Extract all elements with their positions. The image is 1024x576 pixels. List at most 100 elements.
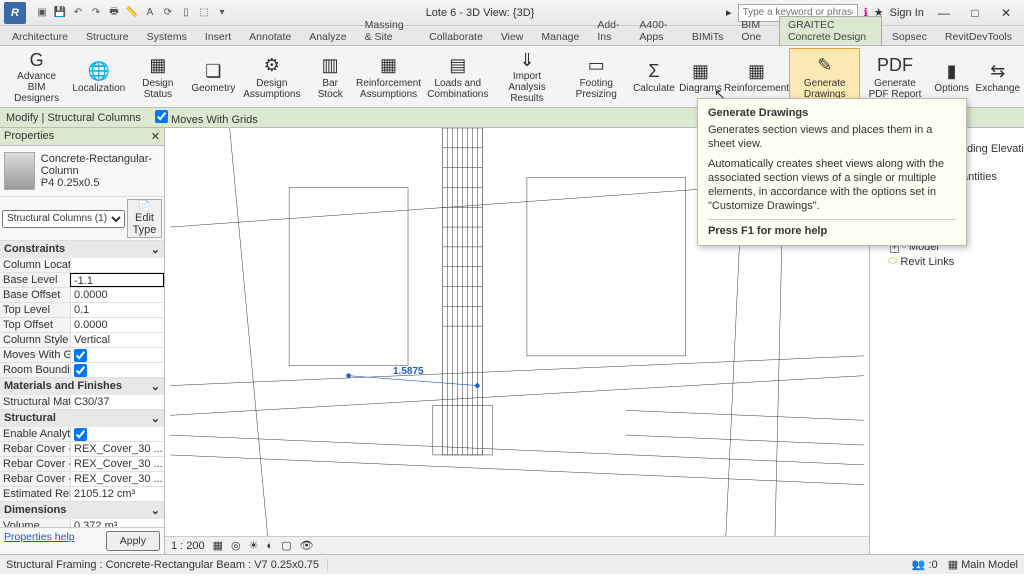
property-row[interactable]: Moves With G...	[0, 348, 164, 363]
type-selector[interactable]: Concrete-Rectangular-ColumnP4 0.25x0.5	[0, 146, 164, 197]
hide-icon[interactable]: 👁	[300, 539, 314, 552]
tooltip-line2: Automatically creates sheet views along …	[708, 157, 956, 213]
close-button[interactable]: ✕	[992, 3, 1020, 23]
qat-sync-icon[interactable]: ⟳	[160, 5, 176, 21]
property-group[interactable]: Constraints⌄	[0, 241, 164, 258]
qat-3d-icon[interactable]: ⬚	[196, 5, 212, 21]
tooltip-line1: Generates section views and places them …	[708, 123, 956, 151]
edit-type-button[interactable]: 📄 Edit Type	[127, 199, 162, 238]
tab-revitdevtools[interactable]: RevitDevTools	[937, 29, 1020, 45]
ribbon-icon: ▦	[375, 54, 403, 78]
signin-link[interactable]: Sign In	[890, 7, 924, 19]
ribbon-footing-presizing[interactable]: ▭Footing Presizing	[562, 48, 631, 105]
view-scale[interactable]: 1 : 200	[171, 540, 205, 552]
tab-insert[interactable]: Insert	[197, 29, 239, 45]
qat-undo-icon[interactable]: ↶	[70, 5, 86, 21]
browser-node[interactable]: ⬭Revit Links	[870, 254, 1024, 269]
qat-redo-icon[interactable]: ↷	[88, 5, 104, 21]
ribbon-diagrams[interactable]: ▦Diagrams	[677, 48, 724, 105]
property-row[interactable]: Volume0.372 m³	[0, 519, 164, 527]
moves-with-grids-checkbox[interactable]: Moves With Grids	[155, 110, 258, 126]
properties-title: Properties	[4, 130, 54, 143]
qat-text-icon[interactable]: A	[142, 5, 158, 21]
property-row[interactable]: Base Level-1.1	[0, 273, 164, 288]
ribbon-generate-drawings[interactable]: ✎Generate Drawings	[789, 48, 860, 105]
property-row[interactable]: Estimated Rei...2105.12 cm³	[0, 487, 164, 502]
tab-analyze[interactable]: Analyze	[301, 29, 354, 45]
ribbon-exchange[interactable]: ⇆Exchange	[974, 48, 1022, 105]
property-row[interactable]: Column Locat...	[0, 258, 164, 273]
tab-annotate[interactable]: Annotate	[241, 29, 299, 45]
detail-level-icon[interactable]: ▦	[213, 539, 223, 552]
tab-sopsec[interactable]: Sopsec	[884, 29, 935, 45]
property-row[interactable]: Top Offset0.0000	[0, 318, 164, 333]
maximize-button[interactable]: □	[961, 3, 989, 23]
tab-add-ins[interactable]: Add-Ins	[589, 17, 629, 45]
ribbon-icon: ▦	[686, 59, 714, 83]
visual-style-icon[interactable]: ◎	[231, 539, 241, 552]
tab-bimits[interactable]: BIMiTs	[684, 29, 732, 45]
tab-manage[interactable]: Manage	[533, 29, 587, 45]
crop-icon[interactable]: ▢	[281, 539, 291, 552]
ribbon-advance-bim-designers[interactable]: GAdvance BIM Designers	[2, 48, 71, 105]
tooltip-help: Press F1 for more help	[708, 219, 956, 237]
qat-measure-icon[interactable]: 📏	[124, 5, 140, 21]
ribbon-icon: ▮	[938, 59, 966, 83]
ribbon-bar-stock[interactable]: ▥Bar Stock	[306, 48, 353, 105]
property-filter-select[interactable]: Structural Columns (1)	[2, 210, 125, 228]
property-row[interactable]: Rebar Cover - ...REX_Cover_30 ...	[0, 457, 164, 472]
properties-close-icon[interactable]: ✕	[151, 130, 160, 143]
property-row[interactable]: Enable Analyti...	[0, 427, 164, 442]
property-row[interactable]: Structural Mat...C30/37	[0, 395, 164, 410]
property-row[interactable]: Room Boundi...	[0, 363, 164, 378]
ribbon-import-analysis-results[interactable]: ⇓Import Analysis Results	[492, 48, 561, 105]
ribbon-icon: ▤	[444, 54, 472, 78]
dimension-label[interactable]: 1.5875	[393, 366, 424, 377]
qat-save-icon[interactable]: 💾	[52, 5, 68, 21]
ribbon-loads-and-combinations[interactable]: ▤Loads and Combinations	[423, 48, 492, 105]
recent-files-icon[interactable]: ▸	[726, 6, 732, 19]
shadows-icon[interactable]: ◐	[267, 540, 274, 552]
property-group[interactable]: Dimensions⌄	[0, 502, 164, 519]
ribbon-design-assumptions[interactable]: ⚙Design Assumptions	[237, 48, 306, 105]
qat-print-icon[interactable]: 🖶	[106, 5, 122, 21]
qat-more-icon[interactable]: ▾	[214, 5, 230, 21]
ribbon-generate-pdf-report[interactable]: PDFGenerate PDF Report	[860, 48, 929, 105]
tab-bim-one[interactable]: BIM One	[733, 17, 777, 45]
ribbon-icon: ✎	[811, 54, 839, 78]
tab-systems[interactable]: Systems	[139, 29, 195, 45]
apply-button[interactable]: Apply	[106, 531, 160, 551]
tab-structure[interactable]: Structure	[78, 29, 137, 45]
tab-graitec-concrete-design[interactable]: GRAITEC Concrete Design	[779, 16, 882, 45]
tab-architecture[interactable]: Architecture	[4, 29, 76, 45]
ribbon-localization[interactable]: 🌐Localization	[71, 48, 126, 105]
ribbon-reinforcement[interactable]: ▦Reinforcement	[724, 48, 789, 105]
property-row[interactable]: Top Level0.1	[0, 303, 164, 318]
properties-help-link[interactable]: Properties help	[4, 531, 75, 551]
property-row[interactable]: Base Offset0.0000	[0, 288, 164, 303]
ribbon-design-status[interactable]: ▦Design Status	[126, 48, 189, 105]
property-row[interactable]: Rebar Cover - ...REX_Cover_30 ...	[0, 442, 164, 457]
tab-view[interactable]: View	[493, 29, 532, 45]
tab-massing-site[interactable]: Massing & Site	[357, 17, 420, 45]
tab-collaborate[interactable]: Collaborate	[421, 29, 491, 45]
quick-access-toolbar: ▣ 💾 ↶ ↷ 🖶 📏 A ⟳ ▯ ⬚ ▾	[30, 5, 234, 21]
sun-path-icon[interactable]: ☀	[249, 539, 259, 552]
main-model-select[interactable]: ▦ Main Model	[948, 558, 1018, 571]
ribbon-reinforcement-assumptions[interactable]: ▦Reinforcement Assumptions	[354, 48, 423, 105]
qat-open-icon[interactable]: ▣	[34, 5, 50, 21]
property-row[interactable]: Column StyleVertical	[0, 333, 164, 348]
property-row[interactable]: Rebar Cover - ...REX_Cover_30 ...	[0, 472, 164, 487]
ribbon-icon: ▦	[743, 59, 771, 83]
ribbon-geometry[interactable]: ❏Geometry	[189, 48, 237, 105]
minimize-button[interactable]: —	[930, 3, 958, 23]
tab-a400-apps[interactable]: A400-Apps	[631, 17, 682, 45]
worksets-icon[interactable]: 👥 :0	[912, 558, 938, 571]
ribbon-calculate[interactable]: ΣCalculate	[631, 48, 677, 105]
app-icon: R	[4, 2, 26, 24]
ribbon-options[interactable]: ▮Options	[930, 48, 974, 105]
property-group[interactable]: Structural⌄	[0, 410, 164, 427]
property-group[interactable]: Materials and Finishes⌄	[0, 378, 164, 395]
ribbon-icon: ❏	[199, 59, 227, 83]
qat-section-icon[interactable]: ▯	[178, 5, 194, 21]
